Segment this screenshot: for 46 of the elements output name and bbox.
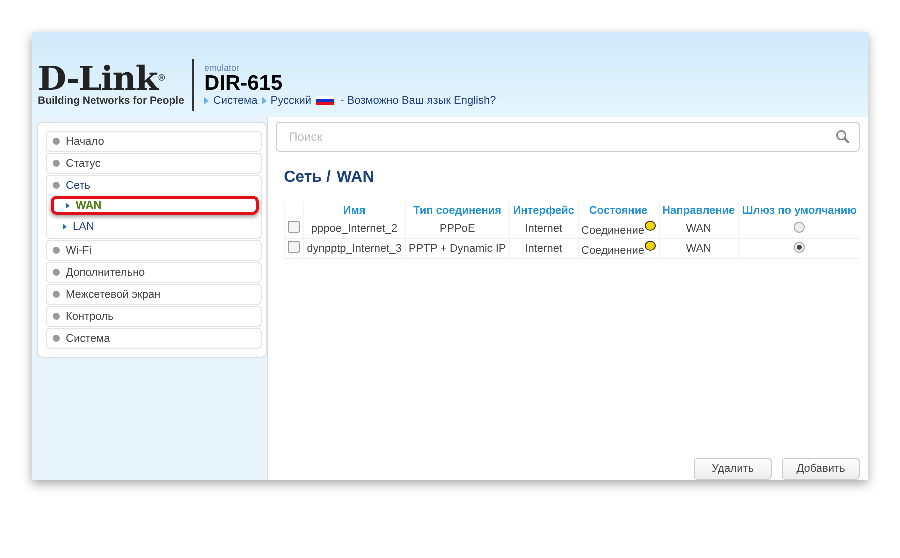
table-cell: Internet bbox=[510, 238, 578, 258]
column-header: Интерфейс bbox=[510, 202, 578, 219]
flag-icon bbox=[316, 96, 334, 105]
section-title: Сеть / bbox=[284, 169, 331, 187]
row-checkbox[interactable] bbox=[288, 241, 300, 253]
breadcrumb-link[interactable]: Русский bbox=[270, 94, 312, 106]
action-button[interactable]: Удалить bbox=[694, 458, 772, 480]
triangle-icon bbox=[262, 96, 267, 104]
table-cell: PPTP + Dynamic IP bbox=[405, 238, 510, 258]
submenu-item[interactable]: LAN bbox=[51, 217, 260, 236]
column-header: Направление bbox=[659, 202, 739, 219]
table-cell: WAN bbox=[659, 238, 739, 258]
default-gateway-radio[interactable] bbox=[794, 242, 806, 252]
menu-item[interactable]: Сеть bbox=[47, 176, 262, 195]
language-prompt-link[interactable]: - Возможно Ваш язык English? bbox=[338, 94, 496, 106]
logo-wordmark: D-Link® bbox=[38, 62, 166, 94]
menu-item[interactable]: Начало bbox=[47, 132, 262, 151]
menu-item[interactable]: Статус bbox=[47, 154, 262, 173]
action-button[interactable]: Добавить bbox=[782, 458, 860, 480]
triangle-icon bbox=[204, 96, 210, 104]
table-cell: Internet bbox=[510, 219, 578, 238]
model-name: DIR-615 bbox=[204, 72, 284, 94]
table-cell: WAN bbox=[659, 219, 739, 238]
table-cell: PPPoE bbox=[405, 219, 510, 238]
menu-item[interactable]: Система bbox=[47, 329, 262, 348]
breadcrumb-link[interactable]: Система bbox=[213, 94, 258, 106]
column-header: Состояние bbox=[578, 202, 660, 219]
row-checkbox[interactable] bbox=[288, 221, 300, 233]
page-title: WAN bbox=[336, 169, 374, 187]
table-cell: dynpptp_Internet_3 bbox=[304, 238, 406, 258]
logo-tagline: Building Networks for People bbox=[38, 94, 184, 106]
column-header: Имя bbox=[304, 202, 406, 219]
default-gateway-radio[interactable] bbox=[794, 222, 806, 232]
submenu-item[interactable]: WAN bbox=[51, 196, 260, 215]
menu-item[interactable]: Дополнительно bbox=[47, 263, 262, 282]
subtitle: emulator bbox=[204, 62, 240, 72]
column-header: Шлюз по умолчанию bbox=[738, 202, 860, 219]
column-header: Тип соединения bbox=[405, 202, 510, 219]
menu-item[interactable]: Межсетевой экран bbox=[47, 285, 262, 304]
status-text: Соединение bbox=[582, 244, 645, 256]
menu-item[interactable]: Wi-Fi bbox=[47, 241, 262, 260]
search-icon bbox=[836, 130, 850, 144]
menu-item[interactable]: Контроль bbox=[47, 307, 262, 326]
status-text: Соединение bbox=[582, 224, 645, 236]
search-field[interactable]: Поиск bbox=[276, 122, 860, 152]
table-cell: pppoe_Internet_2 bbox=[304, 219, 406, 238]
